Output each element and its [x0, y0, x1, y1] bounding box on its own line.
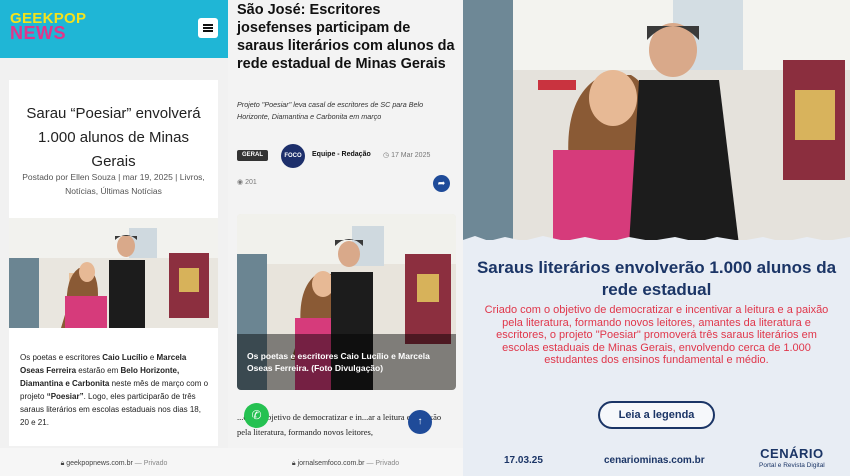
site-url: cenariominas.com.br [604, 455, 705, 466]
lock-icon: 🔒︎ [60, 460, 65, 467]
logo-line-2: NEWS [10, 23, 66, 43]
url-text: jornalsemfoco.com.br [297, 460, 365, 467]
author-name[interactable]: Equipe - Redação [312, 151, 371, 158]
url-bar[interactable]: 🔒︎ geekpopnews.com.br — Privado [0, 448, 228, 476]
body-run: “Poesiar” [46, 392, 84, 401]
eye-icon: ◉ [237, 179, 244, 186]
clock-icon: ◷ [383, 152, 390, 159]
lock-icon: 🔒︎ [291, 460, 296, 467]
url-bar[interactable]: 🔒︎ jornalsemfoco.com.br — Privado [228, 448, 463, 476]
brand-name: CENÁRIO [760, 446, 824, 461]
publish-date: ◷ 17 Mar 2025 [383, 151, 430, 159]
body-run: Caio Lucílio [102, 353, 148, 362]
article-body: Os poetas e escritores Caio Lucílio e Ma… [20, 351, 212, 429]
article-card: Sarau “Poesiar” envolverá 1.000 alunos d… [9, 80, 218, 446]
article-photo: Os poetas e escritores Caio Lucílio e Ma… [237, 214, 456, 390]
body-run: Os poetas e escritores [20, 353, 103, 362]
private-label: — Privado [134, 460, 168, 467]
cenario-logo: CENÁRIO Portal e Revista Digital [759, 447, 825, 470]
post-headline: Saraus literários envolverão 1.000 aluno… [476, 258, 837, 299]
hamburger-menu-icon[interactable] [198, 18, 218, 38]
brand-tagline: Portal e Revista Digital [759, 462, 825, 469]
article-title: Sarau “Poesiar” envolverá 1.000 alunos d… [26, 105, 201, 170]
author-avatar[interactable]: FOCO [281, 144, 305, 168]
meta-prefix: Postado por [22, 172, 69, 182]
date-text: 17 Mar 2025 [391, 152, 431, 159]
post-photo [463, 0, 850, 245]
url-text: geekpopnews.com.br [66, 460, 133, 467]
category-tag[interactable]: GERAL [237, 150, 268, 161]
share-icon[interactable]: ➦ [433, 175, 450, 192]
scroll-top-icon[interactable]: ↑ [408, 410, 432, 434]
post-date: 17.03.25 [504, 455, 543, 466]
post-description: Criado com o objetivo de democratizar e … [484, 304, 829, 366]
whatsapp-icon[interactable]: ✆ [244, 403, 269, 428]
article-photo [9, 218, 218, 328]
geekpop-panel: GEEKPOP NEWS Sarau “Poesiar” envolverá 1… [0, 0, 228, 476]
read-caption-button[interactable]: Leia a legenda [598, 401, 715, 429]
site-header: GEEKPOP NEWS [0, 0, 228, 58]
cenario-panel: Saraus literários envolverão 1.000 aluno… [463, 0, 850, 476]
post-date: mar 19, 2025 [122, 172, 173, 182]
article-subtitle: Projeto "Poesiar" leva casal de escritor… [237, 100, 424, 121]
private-label: — Privado [366, 460, 400, 467]
body-run: e [147, 353, 157, 362]
author-link[interactable]: Ellen Souza [70, 172, 115, 182]
article-meta: Postado por Ellen Souza | mar 19, 2025 |… [22, 172, 205, 196]
article-title: São José: Escritores josefenses particip… [237, 2, 455, 72]
jornal-panel: São José: Escritores josefenses particip… [228, 0, 463, 476]
post-text-area: Saraus literários envolverão 1.000 aluno… [463, 240, 850, 476]
photo-caption: Os poetas e escritores Caio Lucílio e Ma… [247, 351, 430, 373]
views-count: ◉ 201 [237, 178, 257, 186]
body-run: estarão em [76, 366, 121, 375]
views-number: 201 [245, 179, 257, 186]
geekpop-logo[interactable]: GEEKPOP NEWS [10, 11, 86, 43]
